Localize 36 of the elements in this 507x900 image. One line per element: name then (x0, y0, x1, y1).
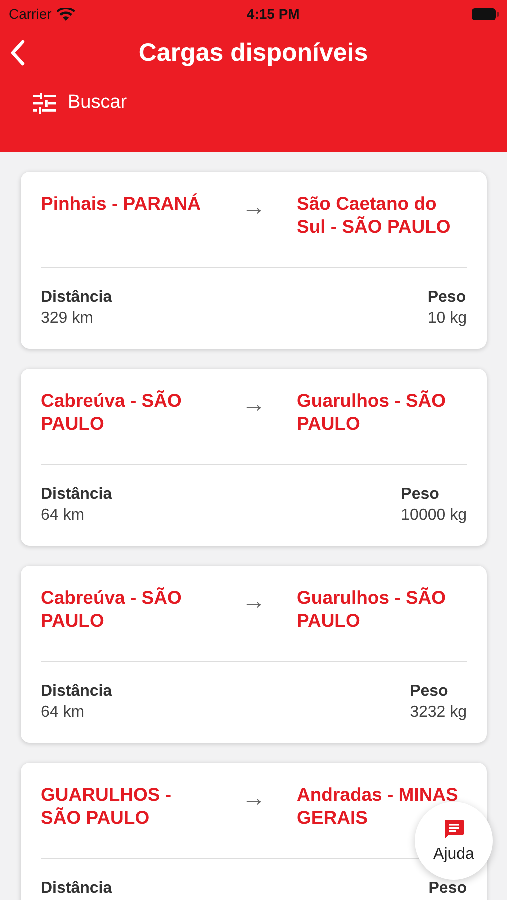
status-time: 4:15 PM (246, 6, 300, 22)
weight-value: 10000 kg (401, 506, 467, 525)
origin-text: Pinhais - PARANÁ (41, 192, 202, 215)
weight-label: Peso (410, 682, 448, 701)
distance-label: Distância (41, 682, 112, 701)
carrier-label: Carrier (9, 6, 75, 22)
distance-value: 64 km (41, 506, 85, 525)
load-card[interactable]: Cabreúva - SÃO PAULO → Guarulhos - SÃO PAULO Distância 64 km Peso 3232 kg (21, 566, 487, 743)
weight-value: 3232 kg (410, 703, 467, 722)
weight-label: Peso (428, 879, 467, 898)
distance-value: 64 km (41, 703, 85, 722)
route-arrow: → (241, 587, 267, 616)
screen-title: Cargas disponíveis (138, 38, 368, 68)
battery-icon (472, 8, 499, 20)
distance-label: Distância (41, 288, 112, 307)
weight-value: 10 kg (428, 309, 467, 328)
distance-value: 329 km (41, 309, 94, 328)
load-card[interactable]: Cabreúva - SÃO PAULO → Guarulhos - SÃO PAULO Distância 64 km Peso 10000 kg (21, 369, 487, 546)
weight-label: Peso (401, 485, 440, 504)
distance-label: Distância (41, 485, 112, 504)
origin-text: Cabreúva - SÃO PAULO (41, 586, 183, 632)
destination-text: Guarulhos - SÃO PAULO (297, 586, 448, 632)
wifi-icon (56, 8, 75, 20)
route-arrow: → (241, 390, 267, 419)
search-filter-button[interactable]: Buscar (33, 92, 128, 114)
route-arrow: → (241, 193, 267, 222)
weight-label: Peso (428, 288, 466, 307)
destination-text: Guarulhos - SÃO PAULO (297, 389, 448, 435)
chat-icon (442, 818, 466, 842)
distance-label: Distância (41, 879, 112, 898)
sliders-icon (33, 92, 56, 114)
destination-text: São Caetano do Sul - SÃO PAULO (297, 192, 452, 238)
route-arrow: → (241, 784, 267, 813)
origin-text: GUARULHOS - SÃO PAULO (41, 783, 173, 829)
origin-text: Cabreúva - SÃO PAULO (41, 389, 183, 435)
load-card[interactable]: Pinhais - PARANÁ → São Caetano do Sul - SÃO PAULO Distância 329 km Peso 10 kg (21, 172, 487, 349)
